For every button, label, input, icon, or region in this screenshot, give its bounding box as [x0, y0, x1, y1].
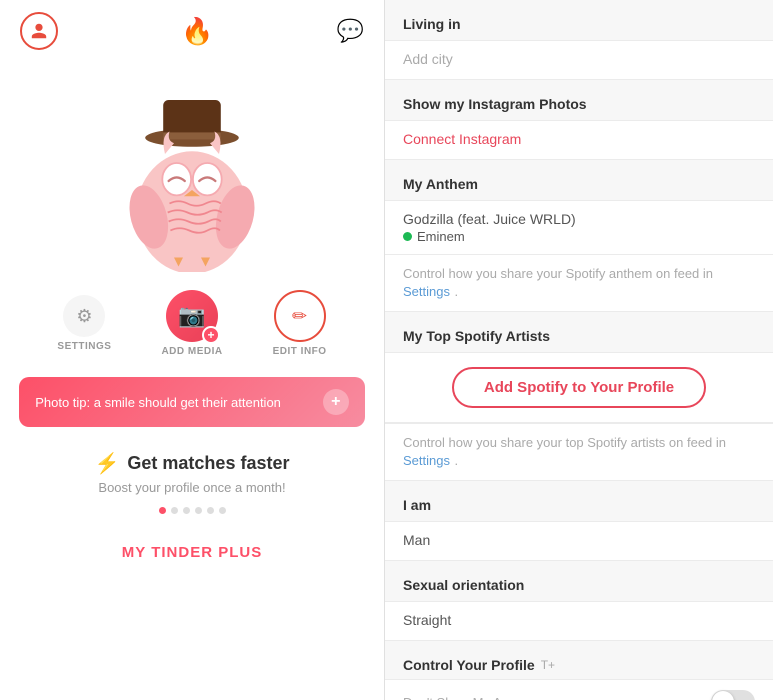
tinder-plus-button[interactable]: MY TINDER PLUS [37, 530, 347, 575]
settings-button[interactable]: ⚙ SETTINGS [57, 295, 111, 352]
spotify-dot-icon [403, 232, 412, 241]
orientation-content: Straight [385, 601, 773, 641]
orientation-title: Sexual orientation [403, 577, 524, 593]
anthem-settings-link[interactable]: Settings [403, 284, 450, 299]
spotify-artists-title: My Top Spotify Artists [403, 328, 550, 344]
dot-4 [195, 507, 202, 514]
owl-illustration [102, 72, 282, 272]
toggle-thumb [712, 691, 734, 700]
boost-row: ⚡ Get matches faster [95, 451, 290, 476]
boost-subtitle: Boost your profile once a month! [98, 480, 285, 495]
photo-tip-banner[interactable]: Photo tip: a smile should get their atte… [19, 377, 365, 427]
living-in-title: Living in [403, 16, 461, 32]
lightning-icon: ⚡ [95, 451, 120, 476]
living-in-content: Add city [385, 40, 773, 80]
spotify-artists-header: My Top Spotify Artists [385, 318, 773, 352]
add-media-label: ADD MEDIA [161, 346, 222, 357]
photo-tip-text: Photo tip: a smile should get their atte… [35, 395, 281, 410]
plus-icon: + [202, 326, 220, 344]
left-panel: 🔥 💬 [0, 0, 385, 700]
dont-show-age-label: Don't Show My Age [403, 695, 516, 700]
dot-2 [171, 507, 178, 514]
i-am-value: Man [403, 532, 430, 548]
i-am-content: Man [385, 521, 773, 561]
dot-6 [219, 507, 226, 514]
control-profile-badge: T+ [541, 658, 555, 672]
spotify-button-container: Add Spotify to Your Profile [385, 352, 773, 423]
pencil-icon: ✏ [274, 290, 326, 342]
i-am-header: I am [385, 487, 773, 521]
add-media-button[interactable]: 📷 + ADD MEDIA [161, 290, 222, 357]
spotify-settings-link[interactable]: Settings [403, 453, 450, 468]
settings-gear-icon: ⚙ [63, 295, 105, 337]
add-city-placeholder[interactable]: Add city [403, 51, 453, 67]
camera-icon: 📷 + [166, 290, 218, 342]
orientation-header: Sexual orientation [385, 567, 773, 601]
dont-show-age-toggle-row: Don't Show My Age [403, 690, 755, 700]
boost-title: Get matches faster [127, 453, 289, 474]
anthem-header: My Anthem [385, 166, 773, 200]
dot-3 [183, 507, 190, 514]
right-panel: Living in Add city Show my Instagram Pho… [385, 0, 773, 700]
boost-section: ⚡ Get matches faster Boost your profile … [0, 435, 384, 585]
instagram-title: Show my Instagram Photos [403, 96, 587, 112]
anthem-control-text: Control how you share your Spotify anthe… [403, 266, 713, 281]
spotify-control: Control how you share your top Spotify a… [385, 423, 773, 481]
instagram-header: Show my Instagram Photos [385, 86, 773, 120]
profile-icon[interactable] [20, 12, 58, 50]
dot-1 [159, 507, 166, 514]
dont-show-age-row: Don't Show My Age [385, 679, 773, 700]
anthem-content: Godzilla (feat. Juice WRLD) Eminem [385, 200, 773, 255]
settings-label: SETTINGS [57, 341, 111, 352]
instagram-content: Connect Instagram [385, 120, 773, 160]
edit-info-label: EDIT INFO [273, 346, 327, 357]
dot-indicators [159, 507, 226, 514]
anthem-title: My Anthem [403, 176, 478, 192]
living-in-header: Living in [385, 6, 773, 40]
anthem-track: Godzilla (feat. Juice WRLD) [403, 211, 755, 227]
photo-tip-plus-button[interactable]: + [323, 389, 349, 415]
anthem-control: Control how you share your Spotify anthe… [385, 255, 773, 312]
anthem-period: . [454, 284, 458, 299]
add-spotify-button[interactable]: Add Spotify to Your Profile [452, 367, 706, 408]
connect-instagram-link[interactable]: Connect Instagram [403, 131, 521, 147]
spotify-period: . [454, 453, 458, 468]
action-buttons: ⚙ SETTINGS 📷 + ADD MEDIA ✏ EDIT INFO [0, 290, 384, 357]
messages-icon[interactable]: 💬 [337, 18, 364, 44]
control-profile-header: Control Your Profile T+ [385, 647, 773, 679]
dot-5 [207, 507, 214, 514]
tinder-logo-icon: 🔥 [181, 16, 213, 47]
spotify-control-text: Control how you share your top Spotify a… [403, 435, 726, 450]
anthem-artist-name: Eminem [417, 229, 465, 244]
dont-show-age-toggle[interactable] [711, 690, 755, 700]
anthem-artist: Eminem [403, 229, 755, 244]
orientation-value: Straight [403, 612, 451, 628]
control-profile-title: Control Your Profile [403, 657, 535, 673]
profile-section: ⚙ SETTINGS 📷 + ADD MEDIA ✏ EDIT INFO [0, 62, 384, 369]
edit-info-button[interactable]: ✏ EDIT INFO [273, 290, 327, 357]
i-am-title: I am [403, 497, 431, 513]
top-nav: 🔥 💬 [0, 0, 384, 62]
